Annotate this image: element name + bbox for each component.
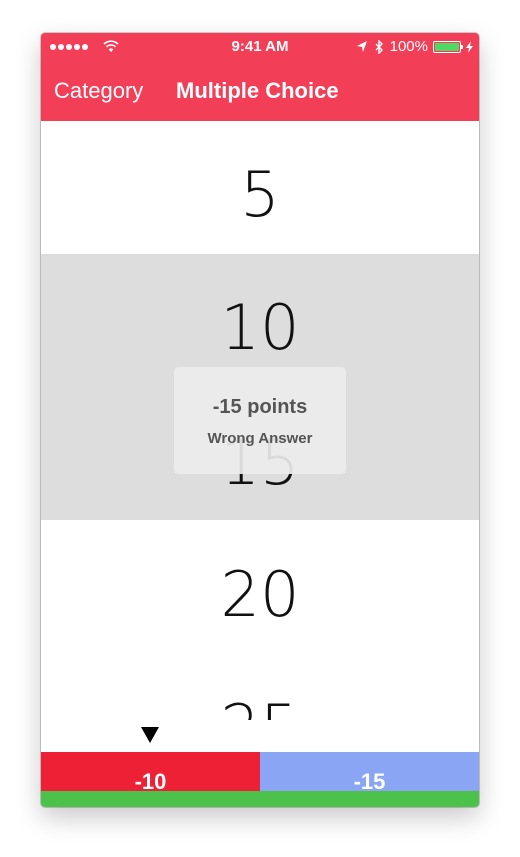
status-right-group: 100% — [356, 38, 473, 55]
score-bar: -10 -15 — [41, 752, 479, 794]
picker-option-10[interactable]: 10 — [41, 291, 479, 364]
toast-message: Wrong Answer — [207, 430, 313, 447]
bottom-strip — [41, 791, 479, 807]
battery-level — [435, 42, 459, 51]
back-button-category[interactable]: Category — [54, 78, 143, 104]
battery-nub — [461, 44, 463, 49]
result-toast: -15 points Wrong Answer — [174, 367, 346, 474]
page-title: Multiple Choice — [176, 78, 339, 103]
toast-points: -15 points — [212, 396, 308, 418]
bluetooth-icon — [375, 39, 383, 54]
navigation-bar: 9:41 AM 100% Category Multiple Choice — [41, 33, 479, 121]
score-left: -10 — [41, 752, 260, 794]
picker-option-25[interactable]: 25 — [41, 691, 479, 720]
score-right: -15 — [260, 752, 479, 794]
picker-option-5[interactable]: 5 — [41, 158, 479, 231]
charging-bolt-icon — [466, 40, 473, 53]
battery-icon — [433, 40, 463, 53]
down-triangle-icon — [141, 727, 159, 743]
phone-screen: 9:41 AM 100% Category Multiple Choice 5 … — [41, 33, 479, 807]
status-bar: 9:41 AM 100% — [41, 33, 479, 61]
location-arrow-icon — [356, 40, 367, 52]
picker-option-20[interactable]: 20 — [41, 558, 479, 631]
battery-percent: 100% — [389, 38, 428, 55]
